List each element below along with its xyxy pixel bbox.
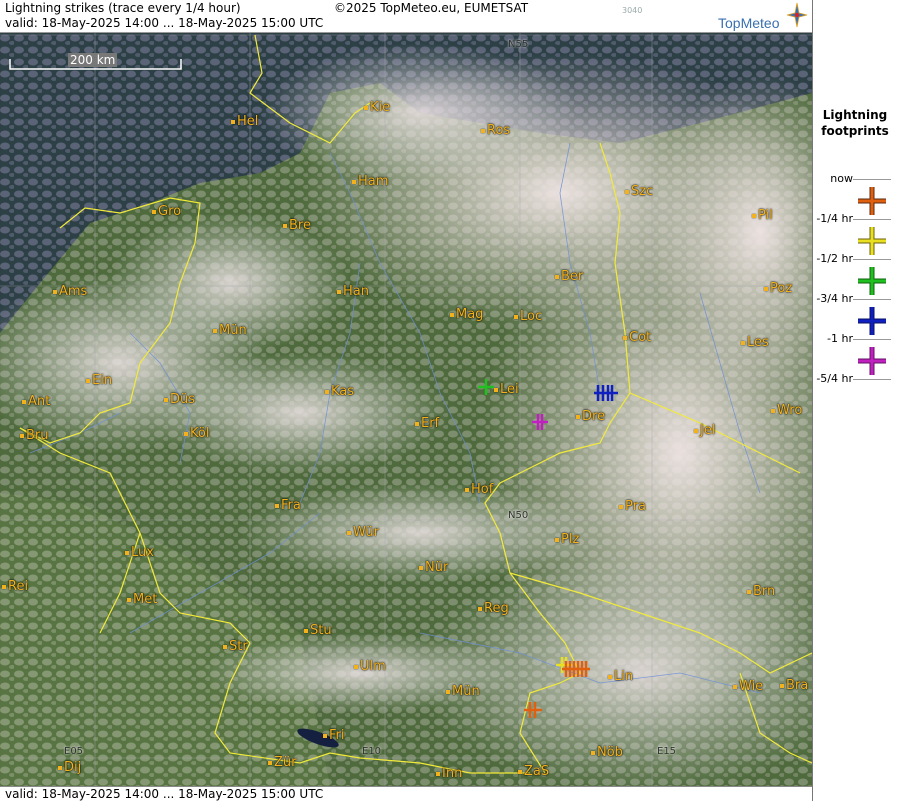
legend-panel: Lightning footprints now -1/4 hr -1/2 hr… — [812, 0, 904, 801]
legend-label: -1 hr — [827, 332, 853, 345]
legend-entry-quarter: -1/4 hr — [813, 212, 904, 255]
legend-entry-one-hour: -1 hr — [813, 332, 904, 375]
satellite-map[interactable]: 200 km N55 N50 E05 E10 E15 Kie Hel Ros H… — [0, 33, 812, 786]
product-code: 3040 — [622, 6, 643, 15]
legend-label: -1/4 hr — [816, 212, 853, 225]
footer-bar: valid: 18-May-2025 14:00 ... 18-May-2025… — [0, 786, 812, 802]
legend-entry-now: now — [813, 172, 904, 215]
legend-label: now — [830, 172, 853, 185]
strike-group-blue — [594, 385, 618, 401]
header-bar: Lightning strikes (trace every 1/4 hour)… — [0, 0, 812, 33]
legend-title-line2: footprints — [821, 124, 889, 138]
legend-label: -3/4 hr — [816, 292, 853, 305]
legend-title-line1: Lightning — [822, 108, 888, 122]
strike-group-magenta — [532, 414, 548, 430]
valid-time: valid: 18-May-2025 14:00 ... 18-May-2025… — [5, 16, 324, 30]
strike-group-orange — [524, 661, 590, 718]
legend-label: -5/4 hr — [816, 372, 853, 385]
legend-title: Lightning footprints — [813, 107, 897, 139]
strike-group-green — [478, 379, 494, 395]
topmeteo-logo[interactable]: TopMeteo — [718, 16, 779, 31]
legend-entry-half: -1/2 hr — [813, 252, 904, 295]
lightning-map-window: Lightning strikes (trace every 1/4 hour)… — [0, 0, 812, 802]
lightning-strikes-layer — [478, 379, 618, 718]
footer-valid-time: valid: 18-May-2025 14:00 ... 18-May-2025… — [5, 787, 324, 801]
legend-entry-five-quarter: -5/4 hr — [813, 372, 904, 412]
map-title: Lightning strikes (trace every 1/4 hour) — [5, 1, 241, 15]
legend-label: -1/2 hr — [816, 252, 853, 265]
copyright: ©2025 TopMeteo.eu, EUMETSAT — [334, 1, 529, 15]
compass-star-icon — [786, 2, 808, 28]
legend-entry-three-quarter: -3/4 hr — [813, 292, 904, 335]
